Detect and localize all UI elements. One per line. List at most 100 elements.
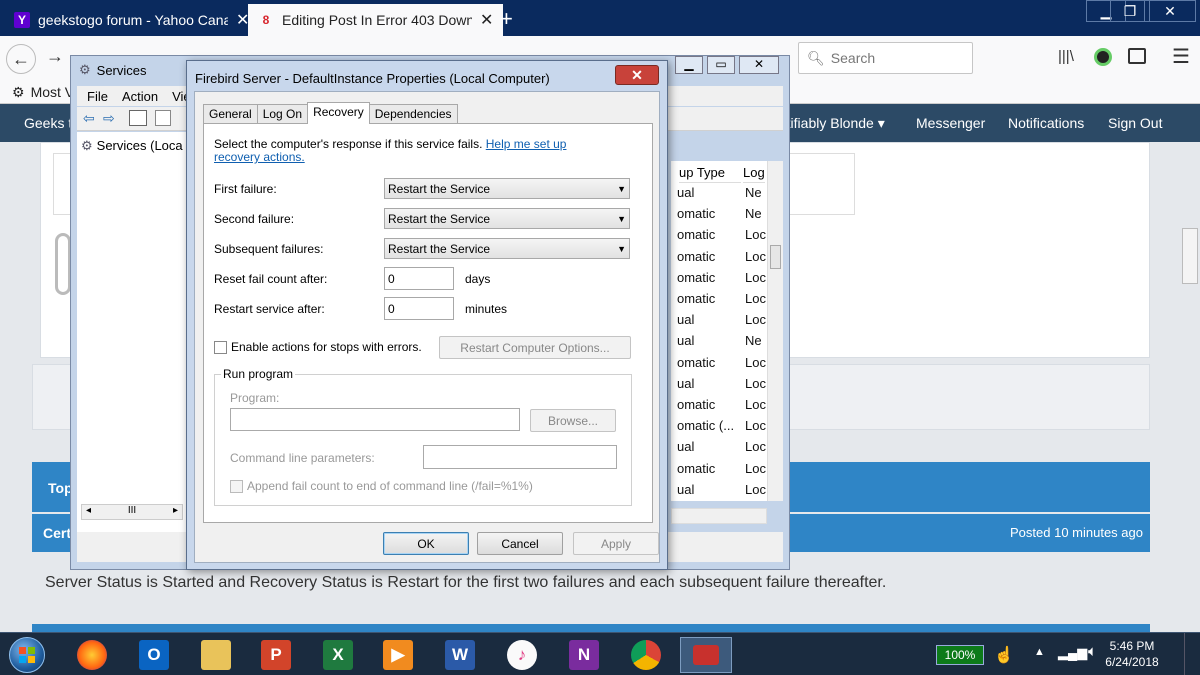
ok-button[interactable]: OK: [383, 532, 469, 555]
restart-unit-label: minutes: [465, 302, 508, 316]
media-player-icon[interactable]: ▶: [372, 637, 424, 673]
tree-hscrollbar[interactable]: ◂ III ▸: [81, 504, 183, 520]
back-icon[interactable]: ←: [6, 44, 36, 74]
user-menu[interactable]: rtifiably Blonde ▾: [782, 115, 885, 132]
notifications-link[interactable]: Notifications: [1008, 115, 1084, 131]
sign-out-link[interactable]: Sign Out: [1108, 115, 1162, 131]
list-item[interactable]: omatic Loc: [671, 270, 767, 290]
list-item[interactable]: omatic Loc: [671, 227, 767, 247]
search-input[interactable]: 🔍︎ Search: [798, 42, 973, 74]
start-button[interactable]: [2, 635, 52, 675]
tab-log-on[interactable]: Log On: [256, 104, 309, 124]
cancel-button[interactable]: Cancel: [477, 532, 563, 555]
subsequent-failures-select[interactable]: Restart the Service ▼: [384, 238, 630, 259]
enable-actions-checkbox[interactable]: [214, 340, 227, 354]
program-input[interactable]: [230, 408, 520, 431]
action-center-icon[interactable]: ☝: [994, 645, 1014, 665]
file-explorer-icon[interactable]: [190, 637, 242, 673]
restart-service-input[interactable]: 0: [384, 297, 454, 320]
append-fail-count-checkbox[interactable]: [230, 479, 243, 493]
enable-actions-checkbox-row[interactable]: Enable actions for stops with errors.: [214, 340, 422, 354]
properties-icon[interactable]: [155, 110, 171, 126]
list-item[interactable]: omatic Ne: [671, 206, 767, 226]
excel-icon[interactable]: X: [312, 637, 364, 673]
list-vscrollbar[interactable]: [767, 161, 783, 501]
list-item[interactable]: omatic Loc: [671, 291, 767, 311]
network-icon[interactable]: ▂▄▆: [1058, 645, 1087, 661]
maximize-icon[interactable]: ▭: [707, 56, 735, 74]
restart-computer-options-button[interactable]: Restart Computer Options...: [439, 336, 631, 359]
tab-dependencies[interactable]: Dependencies: [368, 104, 458, 124]
list-item[interactable]: ual Ne: [671, 185, 767, 205]
tree-item-services[interactable]: ⚙ Services (Loca: [81, 138, 183, 154]
bookmark-most-visited[interactable]: ⚙ Most V: [12, 84, 74, 101]
tab-recovery[interactable]: Recovery: [307, 102, 370, 124]
startup-type-cell: omatic: [677, 248, 716, 264]
list-item[interactable]: ual Loc: [671, 439, 767, 459]
page-scrollbar-thumb[interactable]: [1182, 228, 1198, 284]
command-line-label: Command line parameters:: [230, 451, 375, 465]
clock[interactable]: 5:46 PM 6/24/2018: [1096, 638, 1168, 670]
onenote-icon[interactable]: N: [558, 637, 610, 673]
post-author[interactable]: Cert: [43, 525, 71, 541]
second-failure-value: Restart the Service: [388, 211, 491, 226]
console-tree-icon[interactable]: [129, 110, 147, 126]
show-desktop-button[interactable]: [1184, 633, 1200, 675]
battery-indicator[interactable]: 100%: [936, 645, 984, 665]
close-window-button[interactable]: ✕: [1144, 0, 1196, 22]
extension-icon[interactable]: [1094, 48, 1112, 66]
forum-logo-text[interactable]: Geeks t: [24, 115, 72, 131]
append-fail-count-row[interactable]: Append fail count to end of command line…: [230, 479, 533, 493]
list-item[interactable]: ual Loc: [671, 376, 767, 396]
toolbox-icon[interactable]: [680, 637, 732, 673]
search-placeholder: Search: [830, 50, 876, 66]
menu-action[interactable]: Action: [122, 89, 158, 104]
second-failure-select[interactable]: Restart the Service ▼: [384, 208, 630, 229]
list-item[interactable]: ual Loc: [671, 312, 767, 332]
new-tab-button[interactable]: +: [500, 6, 513, 32]
close-icon[interactable]: ✕: [615, 65, 659, 85]
list-item[interactable]: omatic Loc: [671, 355, 767, 375]
list-item[interactable]: omatic Loc: [671, 397, 767, 417]
tab-general[interactable]: General: [203, 104, 258, 124]
chrome-icon[interactable]: [620, 637, 672, 673]
list-hscrollbar[interactable]: [671, 508, 767, 524]
forward-icon[interactable]: →: [46, 46, 64, 67]
log-on-cell: Loc: [745, 397, 766, 412]
menu-icon[interactable]: ☰: [1172, 44, 1190, 69]
outlook-icon[interactable]: O: [128, 637, 180, 673]
firefox-icon[interactable]: [66, 637, 118, 673]
reset-fail-count-input[interactable]: 0: [384, 267, 454, 290]
append-fail-count-label: Append fail count to end of command line…: [247, 479, 533, 493]
library-icon[interactable]: |||\: [1058, 48, 1074, 65]
sidebar-icon[interactable]: [1128, 48, 1146, 64]
tab-editing-post[interactable]: 8 Editing Post In Error 403 Downl ✕: [248, 4, 504, 36]
itunes-icon[interactable]: ♪: [496, 637, 548, 673]
list-item[interactable]: ual Loc: [671, 482, 767, 502]
tree-item-label: Services (Loca: [96, 138, 183, 153]
column-log-on-as[interactable]: Log: [743, 161, 765, 183]
properties-dialog: Firebird Server - DefaultInstance Proper…: [186, 60, 668, 570]
command-line-input[interactable]: [423, 445, 617, 469]
minimize-icon[interactable]: ▁: [675, 56, 703, 74]
list-item[interactable]: omatic Loc: [671, 249, 767, 269]
first-failure-select[interactable]: Restart the Service ▼: [384, 178, 630, 199]
log-on-cell: Ne: [745, 333, 762, 349]
show-hidden-icons-icon[interactable]: ▲: [1034, 646, 1045, 658]
menu-file[interactable]: File: [87, 89, 108, 104]
list-item[interactable]: omatic (... Loc: [671, 418, 767, 438]
list-item[interactable]: ual Ne: [671, 333, 767, 353]
column-startup-type[interactable]: up Type: [679, 161, 741, 183]
first-failure-value: Restart the Service: [388, 181, 491, 196]
tab-yahoo[interactable]: Y geekstogo forum - Yahoo Cana ✕: [4, 4, 259, 36]
apply-button[interactable]: Apply: [573, 532, 659, 555]
powerpoint-icon[interactable]: P: [250, 637, 302, 673]
list-item[interactable]: omatic Loc: [671, 461, 767, 481]
messenger-link[interactable]: Messenger: [916, 115, 985, 131]
forward-arrow-icon[interactable]: ⇨: [103, 110, 115, 127]
close-icon[interactable]: ✕: [739, 56, 779, 74]
back-arrow-icon[interactable]: ⇦: [83, 110, 95, 127]
close-tab-icon[interactable]: ✕: [480, 10, 493, 30]
word-icon[interactable]: W: [434, 637, 486, 673]
browse-button[interactable]: Browse...: [530, 409, 616, 432]
